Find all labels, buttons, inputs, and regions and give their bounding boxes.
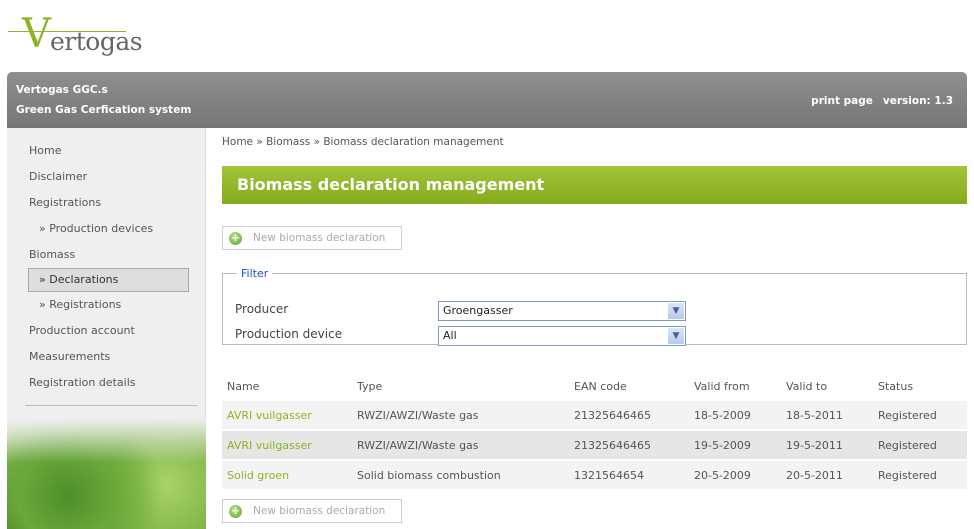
- sidebar-item-measurements[interactable]: Measurements: [7, 344, 205, 370]
- declaration-link[interactable]: AVRI vuilgasser: [227, 409, 312, 422]
- sidebar-item-home[interactable]: Home: [7, 138, 205, 164]
- table-cell: Solid biomass combustion: [352, 461, 569, 489]
- new-biomass-declaration-button[interactable]: + New biomass declaration: [222, 226, 402, 250]
- table-cell: AVRI vuilgasser: [222, 401, 352, 429]
- producer-label: Producer: [235, 302, 289, 316]
- table-cell: 20-5-2011: [781, 461, 873, 489]
- sidebar-item-registrations[interactable]: Registrations: [7, 190, 205, 216]
- table-cell: Registered: [873, 431, 967, 459]
- declarations-table: Name Type EAN code Valid from Valid to Status…: [222, 371, 967, 491]
- table-cell: 20-5-2009: [689, 461, 781, 489]
- button-label: New biomass declaration: [253, 232, 386, 244]
- new-biomass-declaration-button-bottom[interactable]: + New biomass declaration: [222, 499, 402, 523]
- sidebar-item-production-account[interactable]: Production account: [7, 318, 205, 344]
- producer-select[interactable]: Groengasser ▼: [438, 301, 686, 321]
- sidebar-item-production-devices[interactable]: » Production devices: [7, 216, 205, 242]
- button-label: New biomass declaration: [253, 505, 386, 517]
- producer-value: Groengasser: [443, 304, 513, 317]
- declaration-link[interactable]: AVRI vuilgasser: [227, 439, 312, 452]
- sidebar-item-declarations[interactable]: » Declarations: [28, 268, 189, 292]
- vertogas-logo: Vertogas: [8, 12, 143, 62]
- sidebar-item-registration-details[interactable]: Registration details: [7, 370, 205, 396]
- filter-panel: Filter Producer Groengasser ▼ Production …: [222, 267, 967, 346]
- system-subtitle: Green Gas Cerfication system: [16, 104, 192, 116]
- column-header: EAN code: [574, 379, 627, 393]
- sidebar: Home Disclaimer Registrations» Production …: [7, 128, 206, 529]
- table-cell: RWZI/AWZI/Waste gas: [352, 401, 569, 429]
- sidebar-item-disclaimer[interactable]: Disclaimer: [7, 164, 205, 190]
- column-header: Status: [878, 379, 914, 393]
- header: Vertogas GGC.s Green Gas Cerfication sys…: [7, 72, 967, 128]
- production-device-select[interactable]: All ▼: [438, 326, 686, 346]
- breadcrumb: Home » Biomass » Biomass declaration man…: [222, 136, 504, 148]
- plus-circle-icon: +: [229, 504, 242, 518]
- column-header: Type: [357, 379, 383, 393]
- table-cell: Registered: [873, 461, 967, 489]
- table-cell: 21325646465: [569, 401, 689, 429]
- filter-legend: Filter: [241, 267, 269, 280]
- table-row: AVRI vuilgasser RWZI/AWZI/Waste gas 213256…: [222, 401, 967, 429]
- table-cell: 18-5-2011: [781, 401, 873, 429]
- column-header: Valid from: [694, 379, 750, 393]
- table-cell: RWZI/AWZI/Waste gas: [352, 431, 569, 459]
- table-row: AVRI vuilgasser RWZI/AWZI/Waste gas 213256…: [222, 431, 967, 459]
- table-cell: Solid groen: [222, 461, 352, 489]
- table-cell: 21325646465: [569, 431, 689, 459]
- page-title: Biomass declaration management: [222, 166, 967, 204]
- table-cell: 19-5-2011: [781, 431, 873, 459]
- chevron-down-icon[interactable]: ▼: [668, 303, 684, 319]
- table-row: Solid groen Solid biomass combustion 13215…: [222, 461, 967, 489]
- sidebar-item-registrations[interactable]: » Registrations: [7, 292, 205, 318]
- plus-circle-icon: +: [229, 231, 242, 245]
- chevron-down-icon[interactable]: ▼: [668, 328, 684, 344]
- system-name: Vertogas GGC.s: [16, 84, 108, 96]
- table-cell: 1321564654: [569, 461, 689, 489]
- print-page-link[interactable]: print page: [811, 95, 873, 107]
- sidebar-item-biomass[interactable]: Biomass: [7, 242, 205, 268]
- declaration-link[interactable]: Solid groen: [227, 469, 289, 482]
- column-header: Valid to: [786, 379, 828, 393]
- divider: [25, 405, 197, 406]
- table-cell: 18-5-2009: [689, 401, 781, 429]
- table-cell: Registered: [873, 401, 967, 429]
- production-device-label: Production device: [235, 327, 343, 341]
- column-header: Name: [227, 379, 260, 393]
- table-cell: AVRI vuilgasser: [222, 431, 352, 459]
- table-cell: 19-5-2009: [689, 431, 781, 459]
- version-label: version: 1.3: [882, 95, 953, 107]
- device-value: All: [443, 329, 457, 342]
- tree-photo: [7, 418, 206, 529]
